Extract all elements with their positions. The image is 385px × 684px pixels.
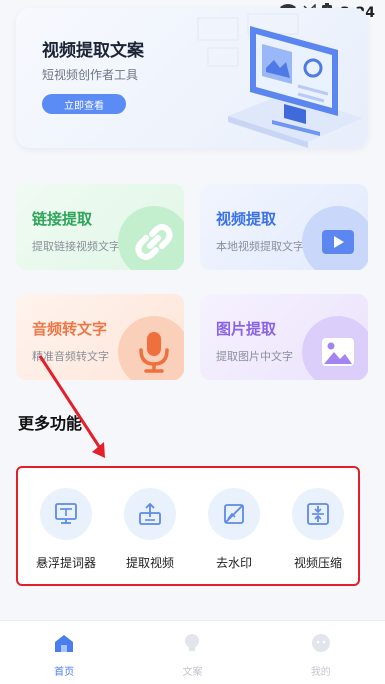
banner-title: 视频提取文案 — [42, 41, 144, 61]
tool-label: 悬浮提词器 — [35, 556, 96, 570]
tab-label: 我的 — [310, 667, 331, 678]
teleprompter-icon — [40, 488, 92, 540]
computer-illustration-icon — [197, 13, 363, 148]
home-icon — [53, 633, 75, 657]
bulb-icon — [182, 633, 202, 657]
card-subtitle: 本地视频提取文字 — [216, 240, 304, 253]
view-now-button[interactable]: 立即查看 — [42, 94, 126, 114]
link-extract-card[interactable]: 链接提取 提取链接视频文字 — [16, 184, 184, 270]
audio-to-text-card[interactable]: 音频转文字 精准音频转文字 — [16, 294, 184, 380]
video-extract-card[interactable]: 视频提取 本地视频提取文字 — [200, 184, 368, 270]
card-title: 音频转文字 — [32, 320, 108, 338]
tool-label: 去水印 — [215, 556, 252, 570]
link-icon — [118, 206, 184, 270]
card-title: 链接提取 — [32, 210, 93, 228]
image-extract-card[interactable]: 图片提取 提取图片中文字 — [200, 294, 368, 380]
extract-video-tool[interactable]: 提取视频 — [110, 488, 190, 578]
teleprompter-tool[interactable]: 悬浮提词器 — [26, 488, 106, 578]
remove-watermark-icon — [208, 488, 260, 540]
microphone-icon — [118, 316, 184, 380]
tab-label: 文案 — [182, 667, 203, 678]
card-title: 图片提取 — [216, 320, 277, 338]
card-subtitle: 提取链接视频文字 — [32, 240, 120, 253]
card-title: 视频提取 — [216, 210, 277, 228]
more-features-title: 更多功能 — [18, 414, 83, 433]
banner-subtitle: 短视频创作者工具 — [42, 68, 139, 82]
promo-banner[interactable]: 视频提取文案 短视频创作者工具 立即查看 — [16, 8, 368, 148]
more-tools-panel: 悬浮提词器 提取视频 去水印 视频压缩 — [16, 466, 360, 586]
card-subtitle: 提取图片中文字 — [216, 350, 293, 363]
video-play-icon — [302, 206, 368, 270]
tab-copywriting[interactable]: 文案 — [142, 621, 242, 684]
bottom-tab-bar: 首页 文案 我的 — [0, 620, 385, 684]
remove-watermark-tool[interactable]: 去水印 — [194, 488, 274, 578]
card-subtitle: 精准音频转文字 — [32, 350, 109, 363]
compress-icon — [292, 488, 344, 540]
tab-label: 首页 — [54, 667, 75, 678]
extract-video-icon — [124, 488, 176, 540]
tool-label: 提取视频 — [125, 556, 174, 570]
tab-profile[interactable]: 我的 — [271, 621, 371, 684]
tab-home[interactable]: 首页 — [14, 621, 114, 684]
profile-icon — [310, 633, 332, 657]
video-compress-tool[interactable]: 视频压缩 — [278, 488, 358, 578]
image-icon — [302, 316, 368, 380]
tool-label: 视频压缩 — [293, 556, 342, 570]
